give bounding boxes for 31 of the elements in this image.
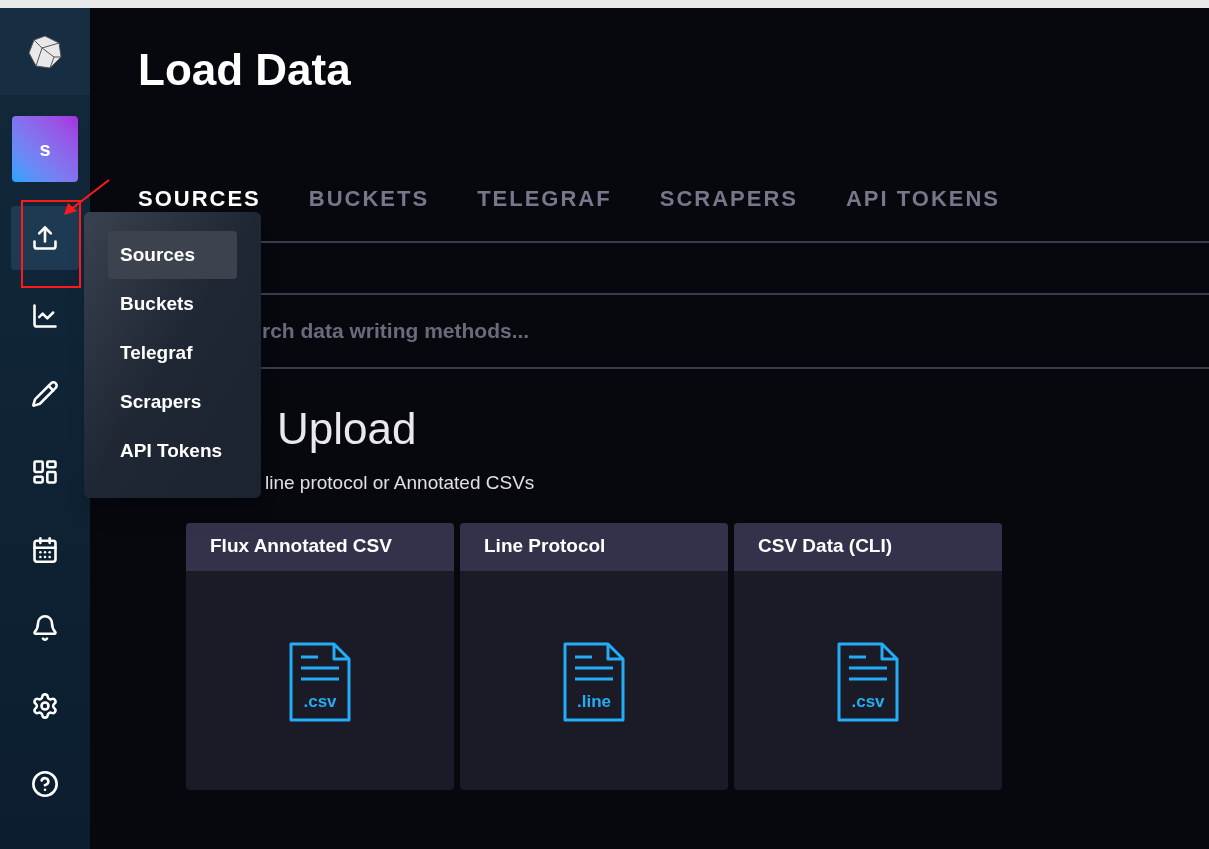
bell-icon	[31, 614, 59, 642]
help-icon	[31, 770, 59, 798]
section-description: line protocol or Annotated CSVs	[265, 471, 535, 495]
section-heading: Upload	[277, 407, 417, 451]
polyhedron-logo-icon	[28, 34, 62, 69]
settings-icon	[31, 692, 59, 720]
tab[interactable]: BUCKETS	[308, 182, 430, 243]
line-chart-icon	[31, 302, 59, 330]
card-title: Line Protocol	[484, 534, 606, 559]
page-title: Load Data	[138, 48, 351, 96]
card-title: CSV Data (CLI)	[758, 534, 893, 559]
annotation-arrow	[62, 178, 112, 218]
upload-card[interactable]: Flux Annotated CSV .csv	[186, 522, 454, 790]
menu-item[interactable]: API Tokens	[108, 427, 237, 475]
menu-item[interactable]: Telegraf	[108, 329, 237, 377]
menu-item[interactable]: Scrapers	[108, 378, 237, 426]
dashboard-icon	[31, 458, 59, 486]
upload-card[interactable]: CSV Data (CLI) .csv	[734, 522, 1002, 790]
calendar-icon	[31, 536, 59, 564]
tab[interactable]: SCRAPERS	[659, 182, 798, 243]
nav-button[interactable]	[11, 206, 79, 270]
upload-card[interactable]: Line Protocol .line	[460, 522, 728, 790]
upload-icon	[31, 224, 59, 252]
card-title: Flux Annotated CSV	[210, 534, 392, 559]
menu-item[interactable]: Sources	[108, 231, 237, 279]
search-field[interactable]: rch data writing methods...	[262, 295, 1209, 367]
pencil-icon	[31, 380, 59, 408]
menu-item[interactable]: Buckets	[108, 280, 237, 328]
user-avatar[interactable]: s	[12, 116, 78, 182]
tab[interactable]: TELEGRAF	[477, 182, 612, 243]
tab[interactable]: API TOKENS	[845, 182, 1000, 243]
